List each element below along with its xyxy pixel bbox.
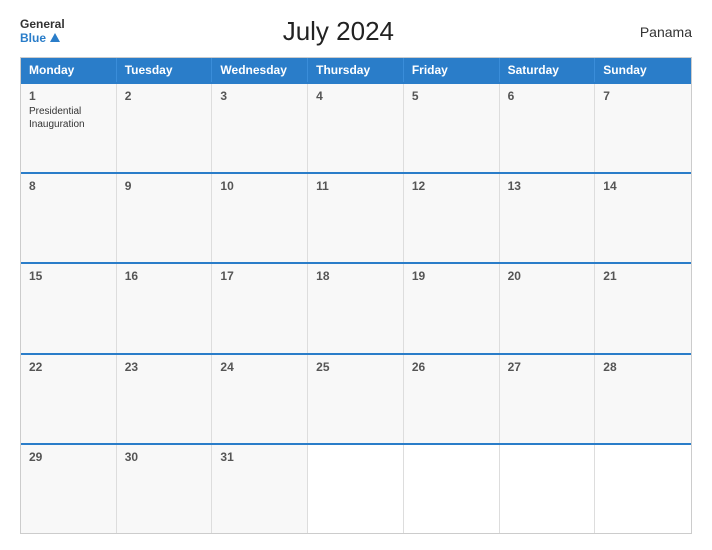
day-header-wednesday: Wednesday <box>212 58 308 82</box>
cell-jul-15: 15 <box>21 264 117 352</box>
cell-jul-19: 19 <box>404 264 500 352</box>
cell-jul-17: 17 <box>212 264 308 352</box>
days-header: Monday Tuesday Wednesday Thursday Friday… <box>21 58 691 82</box>
day-header-tuesday: Tuesday <box>117 58 213 82</box>
calendar-title: July 2024 <box>65 16 612 47</box>
cell-jul-8: 8 <box>21 174 117 262</box>
cell-jul-30: 30 <box>117 445 213 533</box>
logo-general-text: General <box>20 18 65 31</box>
cell-jul-12: 12 <box>404 174 500 262</box>
week-4: 22 23 24 25 26 27 28 <box>21 353 691 443</box>
cell-jul-16: 16 <box>117 264 213 352</box>
cell-jul-13: 13 <box>500 174 596 262</box>
cell-empty-2 <box>404 445 500 533</box>
page: General Blue July 2024 Panama Monday Tue… <box>0 0 712 550</box>
cell-jul-6: 6 <box>500 84 596 172</box>
cell-jul-1: 1 Presidential Inauguration <box>21 84 117 172</box>
cell-jul-31: 31 <box>212 445 308 533</box>
cell-jul-3: 3 <box>212 84 308 172</box>
week-3: 15 16 17 18 19 20 21 <box>21 262 691 352</box>
cell-empty-1 <box>308 445 404 533</box>
header: General Blue July 2024 Panama <box>20 16 692 47</box>
cell-jul-25: 25 <box>308 355 404 443</box>
day-header-saturday: Saturday <box>500 58 596 82</box>
cell-jul-7: 7 <box>595 84 691 172</box>
cell-jul-23: 23 <box>117 355 213 443</box>
country-label: Panama <box>612 24 692 40</box>
week-1: 1 Presidential Inauguration 2 3 4 5 6 7 <box>21 82 691 172</box>
cell-jul-9: 9 <box>117 174 213 262</box>
cell-jul-29: 29 <box>21 445 117 533</box>
cell-jul-28: 28 <box>595 355 691 443</box>
calendar: Monday Tuesday Wednesday Thursday Friday… <box>20 57 692 534</box>
cell-jul-18: 18 <box>308 264 404 352</box>
cell-jul-26: 26 <box>404 355 500 443</box>
week-5: 29 30 31 <box>21 443 691 533</box>
cell-jul-10: 10 <box>212 174 308 262</box>
cell-jul-11: 11 <box>308 174 404 262</box>
day-header-sunday: Sunday <box>595 58 691 82</box>
logo-blue-text: Blue <box>20 32 46 45</box>
cell-empty-4 <box>595 445 691 533</box>
day-header-thursday: Thursday <box>308 58 404 82</box>
cell-jul-5: 5 <box>404 84 500 172</box>
cell-jul-24: 24 <box>212 355 308 443</box>
cell-jul-20: 20 <box>500 264 596 352</box>
day-header-friday: Friday <box>404 58 500 82</box>
week-2: 8 9 10 11 12 13 14 <box>21 172 691 262</box>
cell-jul-2: 2 <box>117 84 213 172</box>
weeks: 1 Presidential Inauguration 2 3 4 5 6 7 … <box>21 82 691 533</box>
logo: General Blue <box>20 18 65 44</box>
cell-jul-4: 4 <box>308 84 404 172</box>
cell-jul-22: 22 <box>21 355 117 443</box>
cell-jul-14: 14 <box>595 174 691 262</box>
logo-triangle-icon <box>50 33 60 42</box>
cell-jul-21: 21 <box>595 264 691 352</box>
day-header-monday: Monday <box>21 58 117 82</box>
cell-jul-27: 27 <box>500 355 596 443</box>
cell-empty-3 <box>500 445 596 533</box>
